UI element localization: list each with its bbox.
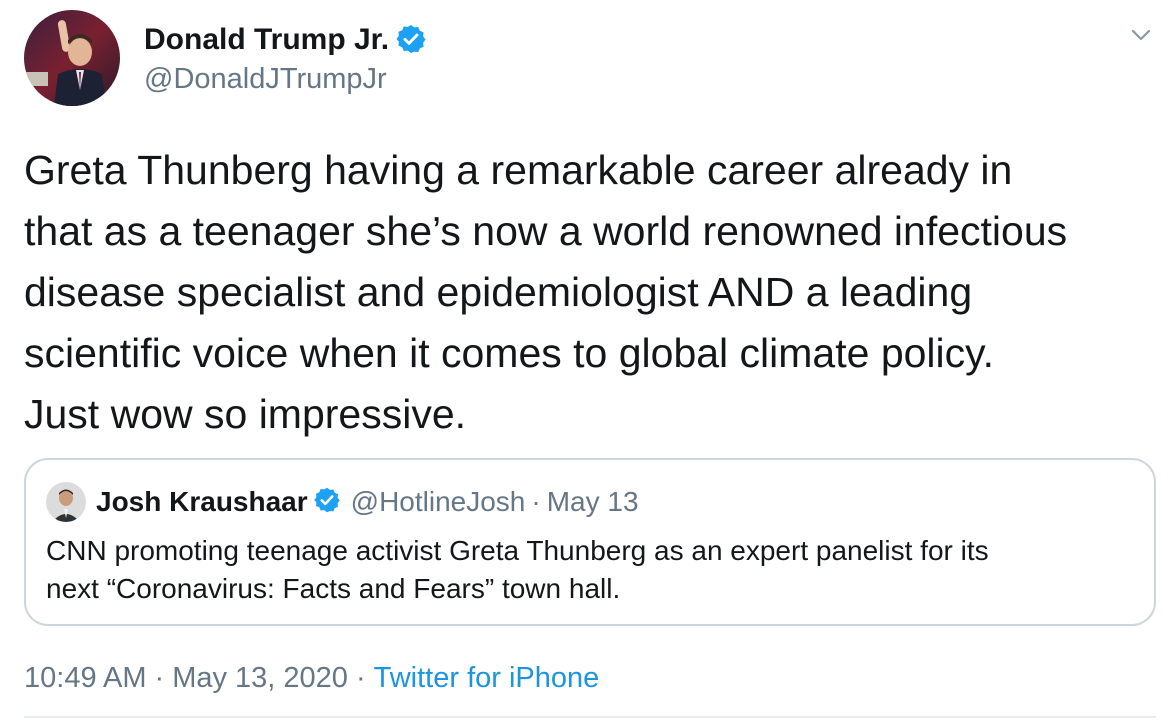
tweet-source-link[interactable]: Twitter for iPhone [374, 662, 600, 694]
tweet-text: Greta Thunberg having a remarkable caree… [24, 147, 1068, 437]
quoted-author-handle: @HotlineJosh [350, 486, 526, 517]
tweet-metadata: 10:49 AM · May 13, 2020 · Twitter for iPhone [24, 658, 599, 698]
author-avatar-image [24, 10, 120, 106]
verified-badge-icon [395, 23, 427, 66]
tweet-date[interactable]: May 13, 2020 [172, 662, 348, 694]
author-name[interactable]: Donald Trump Jr. [144, 23, 389, 56]
verified-badge-icon [313, 486, 341, 519]
divider [24, 716, 1156, 718]
quoted-tweet-card[interactable]: Josh Kraushaar @HotlineJosh · May 13 CNN… [24, 458, 1156, 626]
quoted-separator: · [531, 486, 541, 517]
quoted-tweet-text: CNN promoting teenage activist Greta Thu… [46, 535, 989, 604]
quoted-author-name: Josh Kraushaar [96, 486, 308, 517]
meta-separator: · [154, 662, 165, 694]
quoted-author-avatar [46, 482, 86, 522]
author-handle[interactable]: @DonaldJTrumpJr [144, 60, 387, 98]
quoted-date: May 13 [546, 486, 639, 517]
author-avatar[interactable] [24, 10, 120, 106]
chevron-down-icon[interactable] [1126, 20, 1156, 50]
quoted-header: Josh Kraushaar @HotlineJosh · May 13 [96, 482, 639, 522]
meta-separator: · [355, 662, 366, 694]
tweet-time[interactable]: 10:49 AM [24, 662, 147, 694]
